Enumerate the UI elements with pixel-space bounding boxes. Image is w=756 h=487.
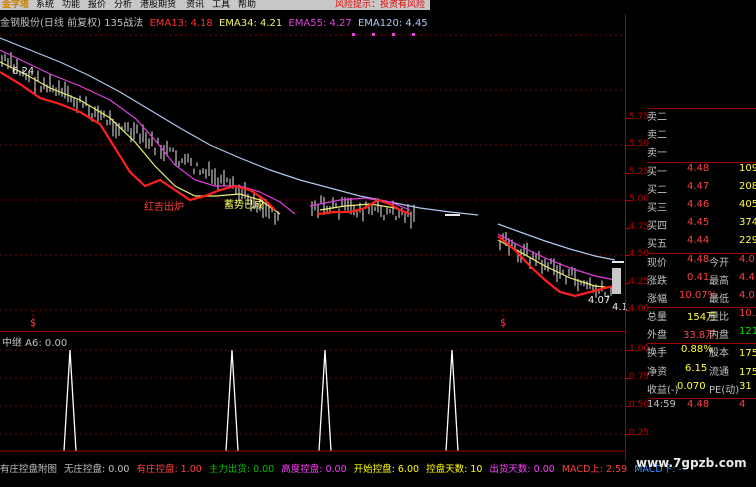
control-spikes xyxy=(63,349,459,452)
buy-row: 买五 4.44 229 xyxy=(647,235,756,254)
sell-row: 卖二 xyxy=(647,130,667,142)
stat-row: 换手0.88%股本175亿 xyxy=(647,344,756,360)
buy-row: 买三4.464056 xyxy=(647,198,756,214)
indicator-item: 主力出货: 0.00 xyxy=(208,464,275,475)
indicator-item: 出货天数: 0.00 xyxy=(489,464,555,475)
yellow-signal-label: 蓄势已成 xyxy=(224,200,264,211)
subtick-025: 0.25 xyxy=(629,428,650,438)
kline-chart[interactable] xyxy=(0,0,756,487)
stat-row: 涨跌 0.41 最高 4.4 xyxy=(647,271,755,287)
ema13-line xyxy=(0,71,276,211)
sub-indicator-name[interactable]: 有庄控盘附图 xyxy=(0,464,57,475)
candle-series xyxy=(1,52,612,301)
indicator-item: MACD上: 2.59 xyxy=(561,464,628,475)
panel-divider[interactable] xyxy=(0,331,625,332)
indicator-item: 高度控盘: 0.00 xyxy=(281,464,347,475)
high-price-label: 6.24 xyxy=(12,66,35,77)
sub-panel-title: 中继 A6: 0.00 xyxy=(2,338,68,349)
quote-panel: 卖二 卖二 卖一 买一4.4810983 买二4.472084 买三4.4640… xyxy=(647,108,756,417)
last-candle xyxy=(612,268,621,294)
stat-row: 外盘33.8万内盘121.7 xyxy=(647,326,756,345)
stat-row: 14:59 4.48 4 xyxy=(647,399,746,410)
price-gridlines xyxy=(0,34,625,311)
buy-row: 买四4.453741 xyxy=(647,217,756,233)
red-signal-label: 红吉出炉 xyxy=(144,202,184,213)
indicator-item: 控盘天数: 10 xyxy=(426,464,483,475)
bottom-indicator-bar: 有庄控盘附图 无庄控盘: 0.00 有庄控盘: 1.00 主力出货: 0.00 … xyxy=(0,461,682,475)
stat-row: 收益(-) 0.070 PE(动) 31 xyxy=(647,381,756,399)
buy-row: 买二4.472084 xyxy=(647,180,756,196)
sub-gridlines xyxy=(0,349,625,435)
stat-row: 净资6.15流通175亿 xyxy=(647,362,756,378)
indicator-item: 无庄控盘: 0.00 xyxy=(64,464,130,475)
buy-row: 买一4.4810983 xyxy=(647,162,756,178)
stat-row: 总量154万量比10.59 xyxy=(647,308,756,324)
low-price-label: 4.07 xyxy=(588,295,611,306)
stat-row: 涨幅 10.07% 最低 4.0 xyxy=(647,290,756,309)
sell-row: 卖二 xyxy=(647,112,667,123)
stat-row: 现价 4.48 今开 4.0 xyxy=(647,253,755,269)
price-axis xyxy=(625,14,626,461)
indicator-item: 有庄控盘: 1.00 xyxy=(136,464,202,475)
s-marker-left: $ xyxy=(30,318,37,329)
indicator-item: 开始控盘: 6.00 xyxy=(353,464,420,475)
site-watermark: www.7gpzb.com xyxy=(636,456,747,470)
sell-row: 卖一 xyxy=(647,144,756,163)
s-marker-right: $ xyxy=(500,318,507,329)
